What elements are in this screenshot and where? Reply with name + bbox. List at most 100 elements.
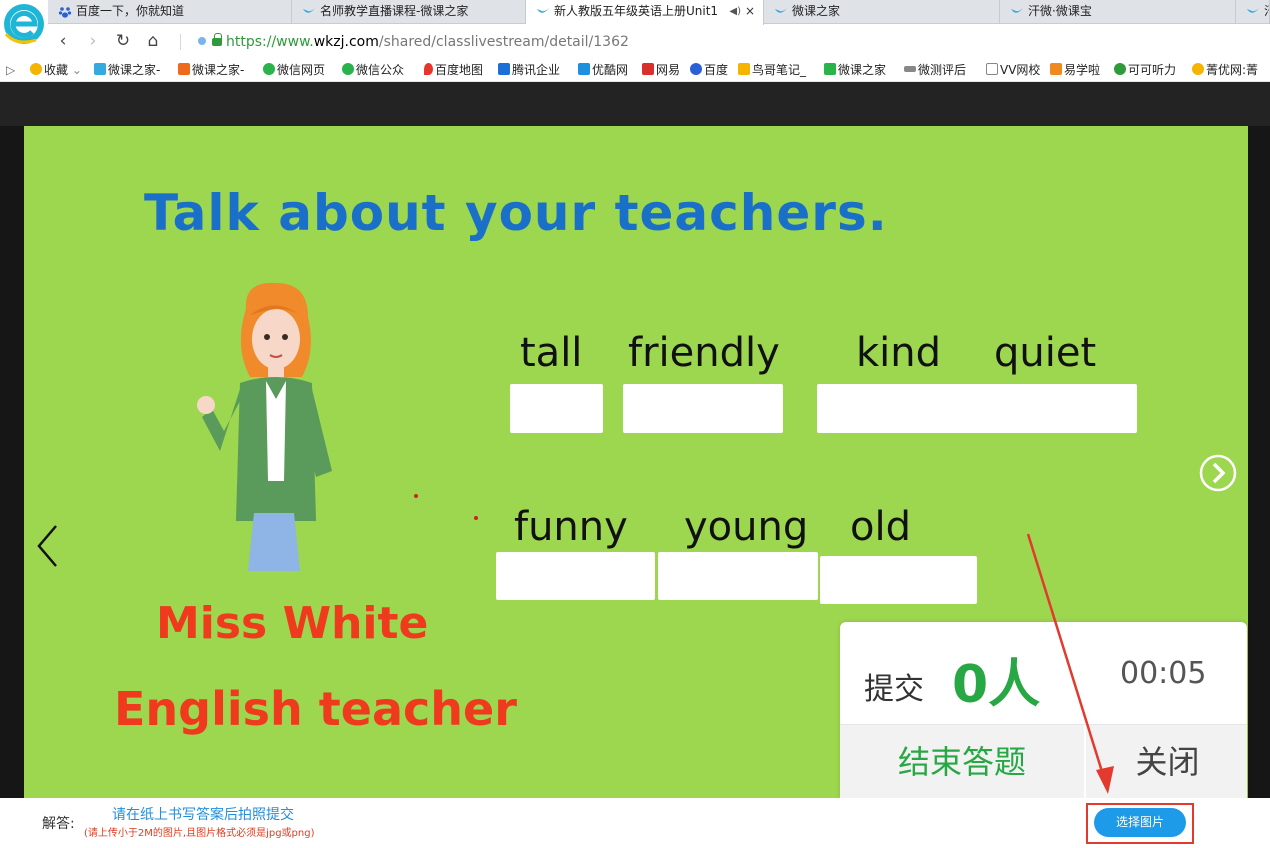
bookmark-item[interactable]: 微信公众 xyxy=(342,61,404,79)
bookmark-label: 鸟哥笔记_ xyxy=(752,63,807,77)
answer-blank xyxy=(510,384,603,433)
answer-blank xyxy=(817,384,1137,433)
bookmark-label: 微课之家- xyxy=(108,63,161,77)
url-path: /shared/classlivestream/detail/1362 xyxy=(378,34,629,50)
previous-slide-icon[interactable] xyxy=(36,524,60,568)
bookmark-label: 网易 xyxy=(656,63,681,77)
forward-button[interactable]: › xyxy=(80,29,106,53)
tab-label: 汗 xyxy=(1264,4,1269,18)
close-icon[interactable]: × xyxy=(745,0,755,23)
answer-blank xyxy=(623,384,783,433)
submission-count: 0人 xyxy=(952,655,1041,715)
tab-strip: 百度一下，你就知道 名师教学直播课程-微课之家 新人教版五年级英语上册Unit1… xyxy=(48,0,1270,25)
countdown-timer: 00:05 xyxy=(1120,656,1207,691)
bookmark-item[interactable]: 腾讯企业 xyxy=(498,61,560,79)
next-slide-icon[interactable] xyxy=(1199,454,1237,492)
home-button[interactable]: ⌂ xyxy=(140,29,166,53)
bookmark-item[interactable]: 易学啦 xyxy=(1050,61,1100,79)
bookmark-item[interactable]: 微课之家- xyxy=(178,61,244,79)
tab-label: 汗微·微课宝 xyxy=(1028,4,1092,18)
bookmark-label: 微信公众 xyxy=(356,63,405,77)
bookmark-item[interactable]: 可可听力 xyxy=(1114,61,1176,79)
end-answering-button[interactable]: 结束答题 xyxy=(840,725,1086,798)
wkzj-bird-icon xyxy=(1011,8,1023,13)
wechat-icon xyxy=(342,63,354,75)
bookmark-item[interactable]: 微课之家 xyxy=(824,61,886,79)
status-actions: 结束答题 关闭 xyxy=(840,724,1247,798)
lock-icon xyxy=(212,33,222,46)
bookmark-item[interactable]: 网易 xyxy=(642,61,680,79)
tab-weikebao[interactable]: 汗微·微课宝 xyxy=(1000,0,1236,24)
bookmark-icon xyxy=(498,63,510,75)
back-button[interactable]: ‹ xyxy=(50,29,76,53)
tab-overflow[interactable]: 汗 xyxy=(1236,0,1270,24)
tab-label: 名师教学直播课程-微课之家 xyxy=(320,4,469,18)
answer-status-panel: 提交 0人 00:05 结束答题 关闭 xyxy=(840,622,1247,798)
bookmark-favorites[interactable]: 收藏 ⌄ xyxy=(30,61,82,79)
tab-baidu[interactable]: 百度一下，你就知道 xyxy=(48,0,292,24)
answer-bar: 解答: 请在纸上书写答案后拍照提交 (请上传小于2M的图片,且图片格式必须是jp… xyxy=(0,798,1270,848)
bookmark-label: 百度 xyxy=(704,63,729,77)
map-pin-icon xyxy=(424,63,433,75)
close-panel-button[interactable]: 关闭 xyxy=(1088,725,1247,798)
word-friendly: friendly xyxy=(628,330,780,376)
bookmark-item[interactable]: 优酷网 xyxy=(578,61,628,79)
word-funny: funny xyxy=(514,504,628,550)
wechat-icon xyxy=(263,63,275,75)
tab-unit1-lesson[interactable]: 新人教版五年级英语上册Unit1 ◀) × xyxy=(526,0,764,25)
url-scheme: https://www. xyxy=(226,34,314,50)
baidu-paw-icon xyxy=(58,7,72,18)
wkzj-bird-icon xyxy=(775,8,787,13)
page-icon xyxy=(986,63,998,75)
url-domain: wkzj.com xyxy=(313,34,379,50)
bookmark-label: 腾讯企业 xyxy=(512,63,561,77)
page-header xyxy=(0,82,1270,126)
wkzj-bird-icon xyxy=(537,8,549,13)
speaker-icon[interactable]: ◀) xyxy=(729,0,741,23)
bookmark-item[interactable]: 鸟哥笔记_ xyxy=(738,61,806,79)
bookmark-item[interactable]: 百度 xyxy=(690,61,728,79)
tab-label: 新人教版五年级英语上册Unit1 xyxy=(554,4,719,18)
bookmark-label: VV网校 xyxy=(1000,63,1041,77)
bookmark-label: 收藏 xyxy=(44,63,69,77)
bookmark-icon xyxy=(824,63,836,75)
bookmark-icon xyxy=(578,63,590,75)
refresh-button[interactable]: ↻ xyxy=(110,29,136,53)
upload-requirement-note: (请上传小于2M的图片,且图片格式必须是jpg或png) xyxy=(84,828,315,839)
browser-window: 百度一下，你就知道 名师教学直播课程-微课之家 新人教版五年级英语上册Unit1… xyxy=(0,0,1270,848)
baidu-paw-icon xyxy=(690,63,702,75)
address-bar[interactable]: https://www.wkzj.com/shared/classlivestr… xyxy=(198,32,629,52)
teacher-role: English teacher xyxy=(114,682,517,736)
bookmark-item[interactable]: VV网校 xyxy=(986,61,1040,79)
bookmark-item[interactable]: 微信网页 xyxy=(263,61,325,79)
answer-blank xyxy=(658,552,818,600)
bookmark-label: 可可听力 xyxy=(1128,63,1177,77)
bookmark-label: 百度地图 xyxy=(435,63,484,77)
choose-image-button[interactable]: 选择图片 xyxy=(1094,808,1186,837)
bookmark-label: 微信网页 xyxy=(277,63,326,77)
bookmark-icon xyxy=(94,63,106,75)
answer-hint: 请在纸上书写答案后拍照提交 xyxy=(112,807,294,823)
word-tall: tall xyxy=(520,330,583,376)
chevron-down-icon[interactable]: ⌄ xyxy=(72,63,82,77)
bookmark-label: 微课之家 xyxy=(838,63,887,77)
bookmark-label: 优酷网 xyxy=(592,63,629,77)
word-old: old xyxy=(850,504,911,550)
bookmark-item[interactable]: 微测评后 xyxy=(904,61,966,79)
bookmark-icon xyxy=(1050,63,1062,75)
bookmark-item[interactable]: 微课之家- xyxy=(94,61,160,79)
browser-logo-icon[interactable] xyxy=(2,2,46,46)
bookmark-label: 易学啦 xyxy=(1064,63,1101,77)
site-info-icon[interactable] xyxy=(198,37,206,45)
word-quiet: quiet xyxy=(994,330,1097,376)
ink-dot xyxy=(414,494,418,498)
tab-live-courses[interactable]: 名师教学直播课程-微课之家 xyxy=(292,0,526,24)
submit-label: 提交 xyxy=(864,672,924,707)
tab-wkzj[interactable]: 微课之家 xyxy=(764,0,1000,24)
tab-label: 百度一下，你就知道 xyxy=(76,4,185,18)
teacher-illustration xyxy=(197,282,332,571)
bookmarks-toggle-icon[interactable]: ▷ xyxy=(6,61,15,79)
bookmark-item[interactable]: 百度地图 xyxy=(424,61,483,79)
bookmark-item[interactable]: 菁优网:菁 xyxy=(1192,61,1258,79)
navigation-bar: ‹ › ↻ ⌂ https://www.wkzj.com/shared/clas… xyxy=(48,25,1270,58)
